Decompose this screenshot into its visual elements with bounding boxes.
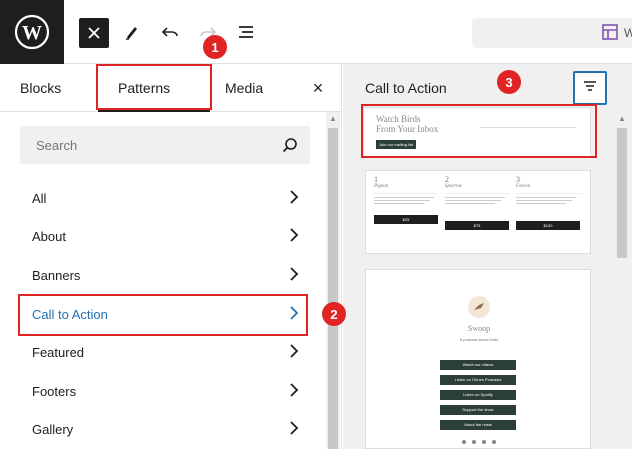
tab-media[interactable]: Media: [225, 64, 263, 112]
chevron-right-icon: [288, 382, 300, 403]
category-all[interactable]: All: [20, 179, 310, 217]
tab-blocks[interactable]: Blocks: [20, 64, 61, 112]
pattern-category-title: Call to Action: [365, 80, 447, 96]
pricing-column: 2 Sparrow $75: [445, 175, 509, 230]
category-label: Banners: [32, 268, 81, 283]
preview-scrollbar-thumb[interactable]: [617, 128, 627, 258]
column-name: Sparrow: [445, 184, 463, 189]
category-footers[interactable]: Footers: [20, 372, 310, 410]
chevron-right-icon: [288, 189, 300, 210]
chevron-right-icon: [288, 420, 300, 441]
column-number: 2: [445, 175, 449, 184]
wordpress-logo-icon[interactable]: W: [0, 0, 64, 64]
category-label: About: [32, 229, 66, 244]
bird-icon: [468, 296, 490, 318]
podcast-button: About the hosts: [440, 420, 516, 430]
pattern-preview-podcast[interactable]: Swoop A podcast about birds Watch our vi…: [365, 269, 591, 449]
column-text: [445, 193, 509, 207]
pattern-search-input[interactable]: Search: [20, 126, 310, 164]
filter-button[interactable]: [573, 71, 607, 105]
chevron-right-icon: [288, 227, 300, 248]
close-inserter-button[interactable]: ×: [308, 78, 328, 98]
scroll-up-icon[interactable]: ▲: [328, 114, 338, 124]
document-bar-text: W: [624, 26, 632, 40]
column-button: $100: [516, 221, 580, 230]
category-gallery[interactable]: Gallery: [20, 410, 310, 448]
pencil-icon[interactable]: [118, 18, 146, 46]
chevron-right-icon: [288, 266, 300, 287]
highlight-call-to-action: [18, 294, 308, 336]
column-name: Falcon: [516, 184, 531, 189]
pattern-preview-pricing[interactable]: 1 Pigeon $25 2 Sparrow $75 3 Falcon $100: [365, 170, 591, 254]
undo-icon[interactable]: [156, 18, 184, 46]
layout-icon: [602, 24, 618, 45]
podcast-button: Listen on iTunes Podcasts: [440, 375, 516, 385]
podcast-subtitle: A podcast about birds: [459, 337, 499, 342]
block-inserter-panel: Blocks Patterns Media × Search All About…: [0, 64, 342, 449]
category-scrollbar-thumb[interactable]: [328, 128, 338, 449]
pricing-column: 3 Falcon $100: [516, 175, 582, 230]
podcast-button: Watch our videos: [440, 360, 516, 370]
search-icon: [282, 137, 298, 158]
list-view-icon[interactable]: [232, 18, 260, 46]
step-badge-3: 3: [497, 70, 521, 94]
editor-toolbar: W W: [0, 0, 632, 64]
column-button: $75: [445, 221, 509, 230]
chevron-right-icon: [288, 343, 300, 364]
svg-text:W: W: [22, 22, 42, 44]
step-badge-1: 1: [203, 35, 227, 59]
column-text: [374, 193, 438, 207]
category-label: Footers: [32, 384, 77, 399]
pricing-column: 1 Pigeon $25: [374, 175, 438, 224]
scroll-up-icon[interactable]: ▲: [617, 114, 627, 124]
category-banners[interactable]: Banners: [20, 256, 310, 294]
editor-window: W W Blocks Patterns Media × Search All A…: [0, 0, 632, 449]
search-placeholder: Search: [36, 138, 78, 153]
social-icons: [462, 440, 496, 445]
column-button: $25: [374, 215, 438, 224]
filter-icon: [582, 79, 598, 98]
document-bar[interactable]: W: [472, 18, 632, 48]
category-label: All: [32, 191, 47, 206]
podcast-button: Listen on Spotify: [440, 390, 516, 400]
column-name: Pigeon: [374, 184, 389, 189]
close-icon[interactable]: [79, 18, 109, 48]
category-about[interactable]: About: [20, 217, 310, 255]
category-label: Featured: [32, 345, 85, 360]
category-label: Gallery: [32, 422, 74, 437]
step-badge-2: 2: [322, 302, 346, 326]
podcast-title: Swoop: [467, 324, 491, 333]
highlight-first-pattern: [361, 104, 597, 158]
column-number: 3: [516, 175, 520, 184]
column-number: 1: [374, 175, 378, 184]
category-featured[interactable]: Featured: [20, 333, 310, 371]
highlight-patterns-tab: [96, 64, 212, 110]
column-text: [516, 193, 582, 207]
podcast-button: Support the show: [440, 405, 516, 415]
